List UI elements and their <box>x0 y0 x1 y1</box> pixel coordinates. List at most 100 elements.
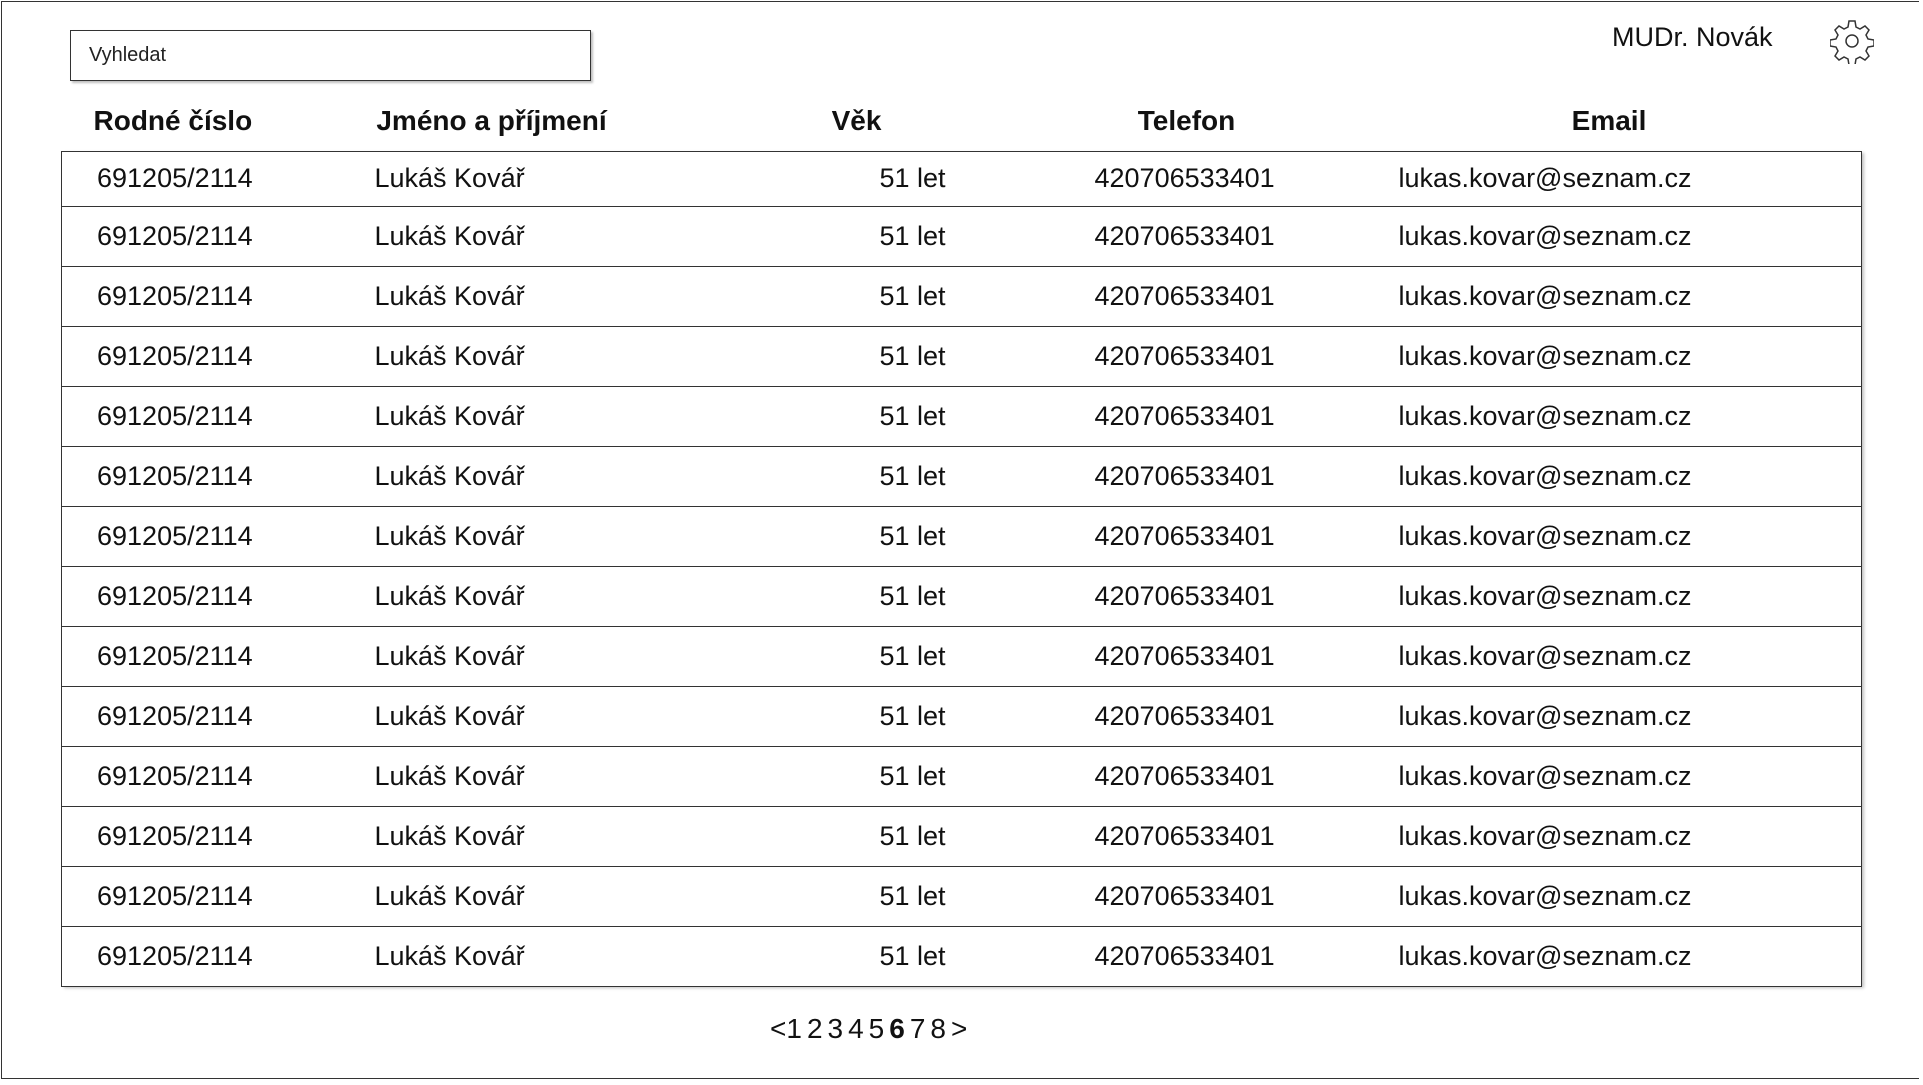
phone-cell: 420706533401 <box>1016 325 1357 386</box>
name-cell: Lukáš Kovář <box>286 385 697 446</box>
name-cell: Lukáš Kovář <box>286 805 697 866</box>
rodne-cislo-cell: 691205/2114 <box>61 205 287 266</box>
phone-cell: 420706533401 <box>1016 925 1357 987</box>
email-cell: lukas.kovar@seznam.cz <box>1356 745 1862 806</box>
column-header-email[interactable]: Email <box>1357 95 1862 151</box>
pagination-page-1[interactable]: 1 <box>786 1013 802 1044</box>
table-row[interactable]: 691205/2114 Lukáš Kovář 51 let 420706533401… <box>61 865 1862 926</box>
rodne-cislo-cell: 691205/2114 <box>61 445 287 506</box>
pagination-page-3[interactable]: 3 <box>828 1013 844 1044</box>
email-cell: lukas.kovar@seznam.cz <box>1356 385 1862 446</box>
email-cell: lukas.kovar@seznam.cz <box>1356 625 1862 686</box>
pagination-next-button[interactable]: > <box>951 1013 967 1044</box>
pagination: <1 2 3 4 5 6 7 8 > <box>770 1013 972 1045</box>
rodne-cislo-cell: 691205/2114 <box>61 505 287 566</box>
rodne-cislo-cell: 691205/2114 <box>61 865 287 926</box>
rodne-cislo-cell: 691205/2114 <box>61 625 287 686</box>
rodne-cislo-cell: 691205/2114 <box>61 685 287 746</box>
email-cell: lukas.kovar@seznam.cz <box>1356 445 1862 506</box>
name-cell: Lukáš Kovář <box>286 150 697 206</box>
email-cell: lukas.kovar@seznam.cz <box>1356 805 1862 866</box>
email-cell: lukas.kovar@seznam.cz <box>1356 325 1862 386</box>
phone-cell: 420706533401 <box>1016 265 1357 326</box>
table-row[interactable]: 691205/2114 Lukáš Kovář 51 let 420706533401… <box>61 150 1862 206</box>
name-cell: Lukáš Kovář <box>286 925 697 987</box>
phone-cell: 420706533401 <box>1016 865 1357 926</box>
pagination-page-8[interactable]: 8 <box>930 1013 946 1044</box>
rodne-cislo-cell: 691205/2114 <box>61 925 287 987</box>
age-cell: 51 let <box>696 325 1017 386</box>
name-cell: Lukáš Kovář <box>286 745 697 806</box>
age-cell: 51 let <box>696 205 1017 266</box>
age-cell: 51 let <box>696 925 1017 987</box>
name-cell: Lukáš Kovář <box>286 205 697 266</box>
table-row[interactable]: 691205/2114 Lukáš Kovář 51 let 420706533401… <box>61 505 1862 566</box>
age-cell: 51 let <box>696 565 1017 626</box>
age-cell: 51 let <box>696 745 1017 806</box>
phone-cell: 420706533401 <box>1016 745 1357 806</box>
name-cell: Lukáš Kovář <box>286 505 697 566</box>
email-cell: lukas.kovar@seznam.cz <box>1356 205 1862 266</box>
table-row[interactable]: 691205/2114 Lukáš Kovář 51 let 420706533401… <box>61 685 1862 746</box>
age-cell: 51 let <box>696 150 1017 206</box>
column-header-vek[interactable]: Věk <box>697 95 1017 151</box>
phone-cell: 420706533401 <box>1016 625 1357 686</box>
table-row[interactable]: 691205/2114 Lukáš Kovář 51 let 420706533401… <box>61 565 1862 626</box>
pagination-page-7[interactable]: 7 <box>910 1013 926 1044</box>
table-row[interactable]: 691205/2114 Lukáš Kovář 51 let 420706533401… <box>61 325 1862 386</box>
rodne-cislo-cell: 691205/2114 <box>61 265 287 326</box>
phone-cell: 420706533401 <box>1016 565 1357 626</box>
email-cell: lukas.kovar@seznam.cz <box>1356 150 1862 206</box>
table-header-row: Rodné číslo Jméno a příjmení Věk Telefon… <box>62 95 1862 151</box>
pagination-page-2[interactable]: 2 <box>807 1013 823 1044</box>
age-cell: 51 let <box>696 625 1017 686</box>
column-header-rodne-cislo[interactable]: Rodné číslo <box>62 95 287 151</box>
rodne-cislo-cell: 691205/2114 <box>61 150 287 206</box>
phone-cell: 420706533401 <box>1016 385 1357 446</box>
name-cell: Lukáš Kovář <box>286 265 697 326</box>
table-row[interactable]: 691205/2114 Lukáš Kovář 51 let 420706533401… <box>61 205 1862 266</box>
phone-cell: 420706533401 <box>1016 685 1357 746</box>
table-row[interactable]: 691205/2114 Lukáš Kovář 51 let 420706533401… <box>61 925 1862 987</box>
rodne-cislo-cell: 691205/2114 <box>61 385 287 446</box>
pagination-page-5[interactable]: 5 <box>869 1013 885 1044</box>
search-input[interactable] <box>70 30 591 81</box>
name-cell: Lukáš Kovář <box>286 685 697 746</box>
rodne-cislo-cell: 691205/2114 <box>61 565 287 626</box>
table-row[interactable]: 691205/2114 Lukáš Kovář 51 let 420706533401… <box>61 265 1862 326</box>
name-cell: Lukáš Kovář <box>286 445 697 506</box>
age-cell: 51 let <box>696 805 1017 866</box>
age-cell: 51 let <box>696 865 1017 926</box>
pagination-page-6[interactable]: 6 <box>889 1013 905 1044</box>
age-cell: 51 let <box>696 385 1017 446</box>
table-row[interactable]: 691205/2114 Lukáš Kovář 51 let 420706533401… <box>61 805 1862 866</box>
age-cell: 51 let <box>696 445 1017 506</box>
phone-cell: 420706533401 <box>1016 150 1357 206</box>
email-cell: lukas.kovar@seznam.cz <box>1356 265 1862 326</box>
email-cell: lukas.kovar@seznam.cz <box>1356 865 1862 926</box>
patients-table: Rodné číslo Jméno a příjmení Věk Telefon… <box>61 95 1862 987</box>
phone-cell: 420706533401 <box>1016 205 1357 266</box>
name-cell: Lukáš Kovář <box>286 565 697 626</box>
name-cell: Lukáš Kovář <box>286 625 697 686</box>
column-header-telefon[interactable]: Telefon <box>1017 95 1357 151</box>
phone-cell: 420706533401 <box>1016 505 1357 566</box>
name-cell: Lukáš Kovář <box>286 865 697 926</box>
email-cell: lukas.kovar@seznam.cz <box>1356 925 1862 987</box>
pagination-prev-button[interactable]: < <box>770 1013 786 1044</box>
table-row[interactable]: 691205/2114 Lukáš Kovář 51 let 420706533401… <box>61 385 1862 446</box>
email-cell: lukas.kovar@seznam.cz <box>1356 565 1862 626</box>
pagination-page-4[interactable]: 4 <box>848 1013 864 1044</box>
age-cell: 51 let <box>696 685 1017 746</box>
table-row[interactable]: 691205/2114 Lukáš Kovář 51 let 420706533401… <box>61 625 1862 686</box>
column-header-jmeno[interactable]: Jméno a příjmení <box>287 95 697 151</box>
email-cell: lukas.kovar@seznam.cz <box>1356 685 1862 746</box>
phone-cell: 420706533401 <box>1016 805 1357 866</box>
rodne-cislo-cell: 691205/2114 <box>61 325 287 386</box>
user-name: MUDr. Novák <box>1612 22 1773 52</box>
gear-icon[interactable] <box>1830 18 1874 64</box>
table-row[interactable]: 691205/2114 Lukáš Kovář 51 let 420706533401… <box>61 445 1862 506</box>
phone-cell: 420706533401 <box>1016 445 1357 506</box>
age-cell: 51 let <box>696 265 1017 326</box>
table-row[interactable]: 691205/2114 Lukáš Kovář 51 let 420706533401… <box>61 745 1862 806</box>
